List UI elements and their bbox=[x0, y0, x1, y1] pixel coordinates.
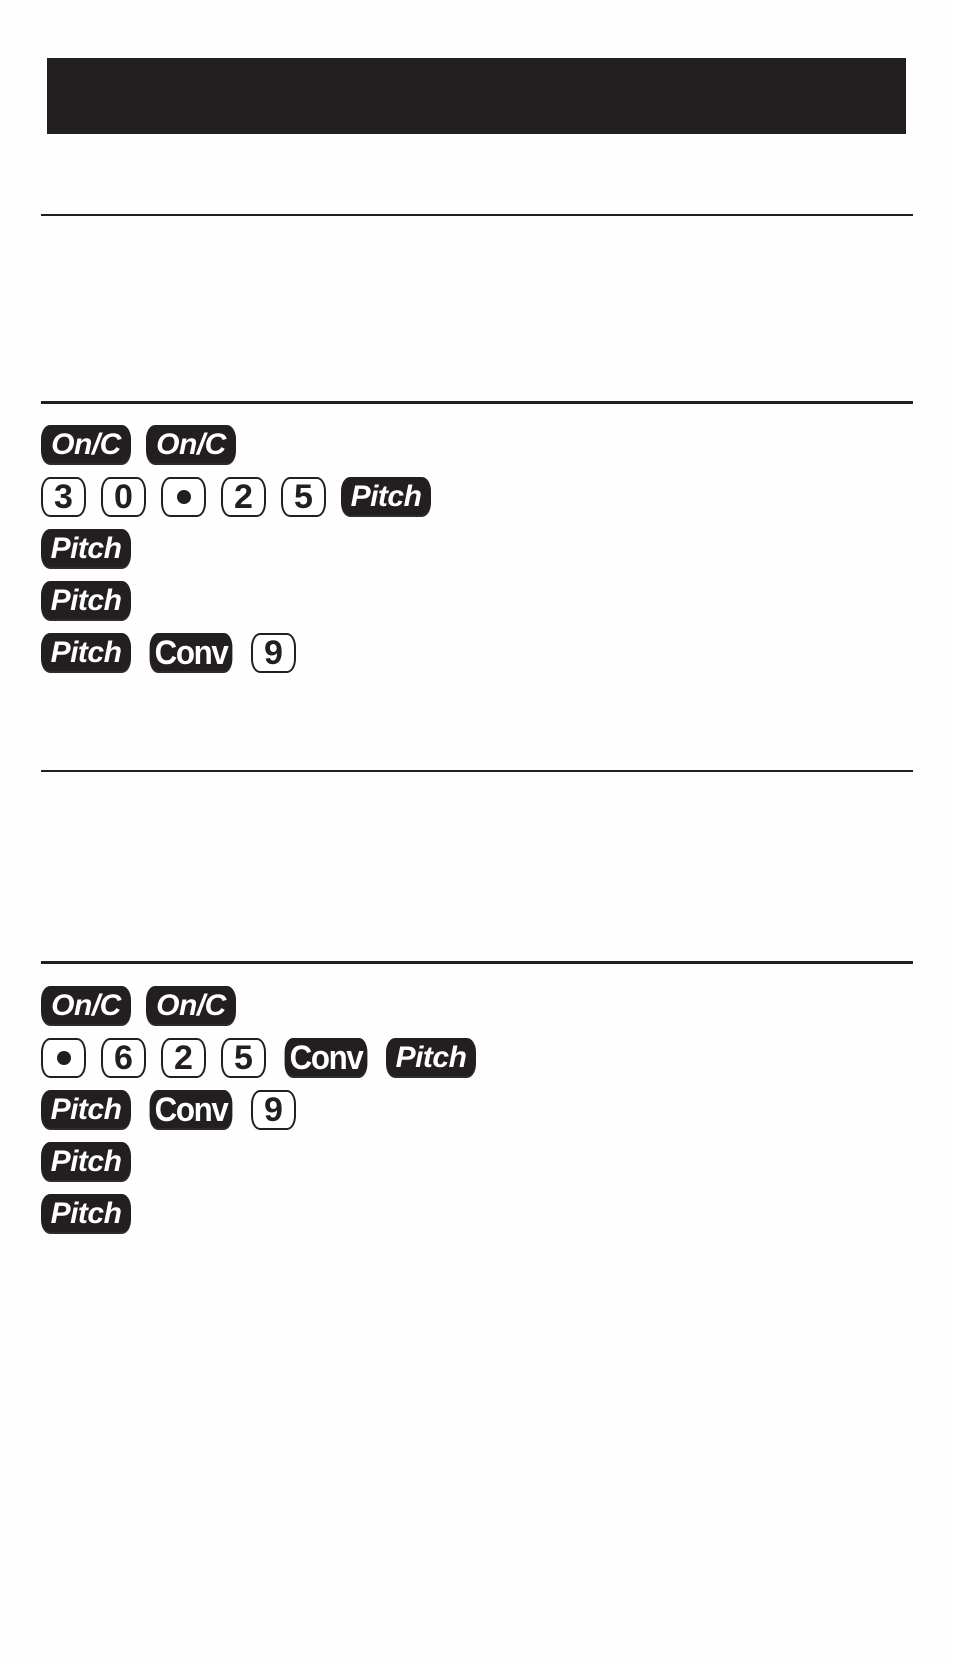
on-c-key[interactable]: On/C bbox=[41, 986, 131, 1026]
keystroke-row: Pitch Conv 9 bbox=[41, 633, 446, 673]
decimal-point-key[interactable] bbox=[41, 1038, 86, 1078]
pitch-key[interactable]: Pitch bbox=[41, 1142, 131, 1182]
on-c-key[interactable]: On/C bbox=[41, 425, 131, 465]
conv-key[interactable]: Conv bbox=[149, 1090, 233, 1130]
pitch-key[interactable]: Pitch bbox=[41, 1194, 131, 1234]
decimal-point-icon bbox=[176, 490, 191, 504]
digit-5-key[interactable]: 5 bbox=[281, 477, 326, 517]
digit-0-key[interactable]: 0 bbox=[101, 477, 146, 517]
header-bar bbox=[47, 58, 906, 134]
pitch-key[interactable]: Pitch bbox=[41, 633, 131, 673]
keystroke-sequence-1: On/C On/C 3 0 2 5 Pitch Pitch Pitch Pitc… bbox=[41, 425, 446, 685]
decimal-point-key[interactable] bbox=[161, 477, 206, 517]
section-divider bbox=[41, 961, 913, 964]
digit-3-key[interactable]: 3 bbox=[41, 477, 86, 517]
keystroke-row: Pitch bbox=[41, 1142, 491, 1182]
pitch-key[interactable]: Pitch bbox=[41, 581, 131, 621]
conv-key[interactable]: Conv bbox=[149, 633, 233, 673]
conv-key[interactable]: Conv bbox=[284, 1038, 368, 1078]
keystroke-row: Pitch Conv 9 bbox=[41, 1090, 491, 1130]
digit-9-key[interactable]: 9 bbox=[251, 633, 296, 673]
keystroke-sequence-2: On/C On/C 6 2 5 Conv Pitch Pitch Conv 9 … bbox=[41, 986, 491, 1246]
keystroke-row: Pitch bbox=[41, 1194, 491, 1234]
digit-9-key[interactable]: 9 bbox=[251, 1090, 296, 1130]
pitch-key[interactable]: Pitch bbox=[41, 1090, 131, 1130]
section-divider bbox=[41, 214, 913, 216]
keystroke-row: 6 2 5 Conv Pitch bbox=[41, 1038, 491, 1078]
digit-6-key[interactable]: 6 bbox=[101, 1038, 146, 1078]
digit-2-key[interactable]: 2 bbox=[161, 1038, 206, 1078]
section-divider bbox=[41, 770, 913, 772]
decimal-point-icon bbox=[56, 1051, 71, 1065]
section-divider bbox=[41, 401, 913, 404]
on-c-key[interactable]: On/C bbox=[146, 986, 236, 1026]
pitch-key[interactable]: Pitch bbox=[386, 1038, 476, 1078]
keystroke-row: 3 0 2 5 Pitch bbox=[41, 477, 446, 517]
pitch-key[interactable]: Pitch bbox=[341, 477, 431, 517]
keystroke-row: On/C On/C bbox=[41, 986, 491, 1026]
keystroke-row: On/C On/C bbox=[41, 425, 446, 465]
keystroke-row: Pitch bbox=[41, 581, 446, 621]
keystroke-row: Pitch bbox=[41, 529, 446, 569]
digit-5-key[interactable]: 5 bbox=[221, 1038, 266, 1078]
pitch-key[interactable]: Pitch bbox=[41, 529, 131, 569]
digit-2-key[interactable]: 2 bbox=[221, 477, 266, 517]
on-c-key[interactable]: On/C bbox=[146, 425, 236, 465]
